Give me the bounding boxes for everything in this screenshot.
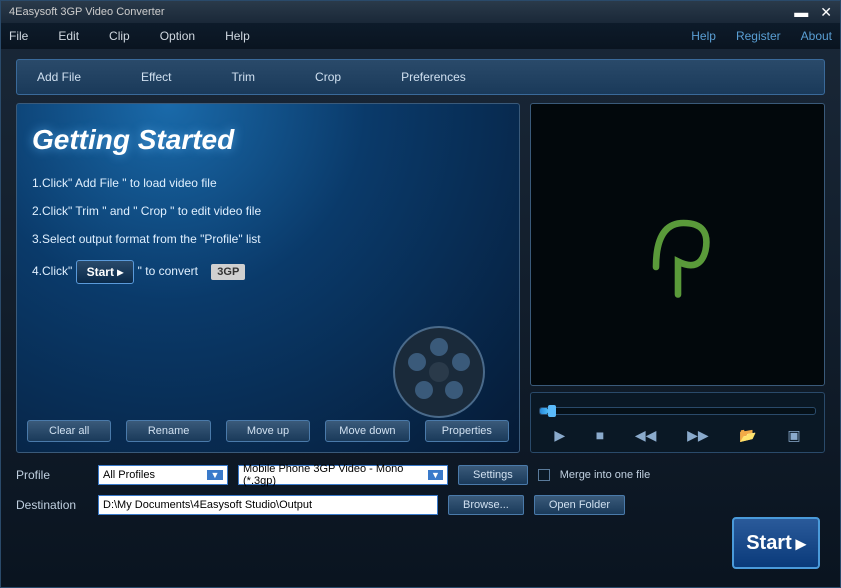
move-down-button[interactable]: Move down <box>325 420 409 442</box>
link-about[interactable]: About <box>801 29 832 43</box>
move-up-button[interactable]: Move up <box>226 420 310 442</box>
merge-label: Merge into one file <box>560 469 651 481</box>
browse-button[interactable]: Browse... <box>448 495 524 515</box>
menu-help[interactable]: Help <box>225 29 250 43</box>
link-register[interactable]: Register <box>736 29 781 43</box>
dropdown-arrow-icon: ▼ <box>207 470 223 480</box>
rename-button[interactable]: Rename <box>126 420 210 442</box>
toolbar-effect[interactable]: Effect <box>141 70 171 84</box>
play-arrow-icon: ▸ <box>796 531 806 556</box>
profile-label: Profile <box>16 468 88 482</box>
start-button[interactable]: Start▸ <box>732 517 820 569</box>
gs-title: Getting Started <box>32 124 504 156</box>
toolbar-addfile[interactable]: Add File <box>37 70 81 84</box>
minimize-button[interactable]: ▬ <box>794 4 808 21</box>
toolbar-trim[interactable]: Trim <box>232 70 256 84</box>
gs-step-3: 3.Select output format from the "Profile… <box>32 232 504 246</box>
destination-label: Destination <box>16 498 88 512</box>
dropdown-arrow-icon: ▼ <box>428 470 443 480</box>
play-icon[interactable]: ▶ <box>554 427 565 444</box>
profile-category-combo[interactable]: All Profiles▼ <box>98 465 228 485</box>
properties-button[interactable]: Properties <box>425 420 509 442</box>
open-folder-button[interactable]: Open Folder <box>534 495 625 515</box>
destination-input[interactable]: D:\My Documents\4Easysoft Studio\Output <box>98 495 438 515</box>
seek-slider[interactable] <box>539 407 816 415</box>
menu-file[interactable]: File <box>9 29 28 43</box>
prev-icon[interactable]: ◀◀ <box>635 427 657 444</box>
getting-started-panel: Getting Started 1.Click" Add File " to l… <box>16 103 520 453</box>
toolbar: Add File Effect Trim Crop Preferences <box>16 59 825 95</box>
toolbar-crop[interactable]: Crop <box>315 70 341 84</box>
player-controls-panel: ▶ ■ ◀◀ ▶▶ 📂 ▣ <box>530 392 825 453</box>
gs-step-4: 4.Click" Start ▸ " to convert 3GP <box>32 260 504 284</box>
film-reel-icon <box>389 322 489 422</box>
clear-all-button[interactable]: Clear all <box>27 420 111 442</box>
menu-option[interactable]: Option <box>160 29 195 43</box>
snapshot-icon[interactable]: ▣ <box>787 427 800 444</box>
merge-checkbox[interactable] <box>538 469 550 481</box>
open-icon[interactable]: 📂 <box>739 427 756 444</box>
profile-format-combo[interactable]: Mobile Phone 3GP Video - Mono (*.3gp)▼ <box>238 465 448 485</box>
link-help[interactable]: Help <box>691 29 716 43</box>
gs-start-sample: Start ▸ <box>76 260 135 284</box>
menu-edit[interactable]: Edit <box>58 29 79 43</box>
gs-3gp-badge: 3GP <box>211 264 245 280</box>
close-button[interactable]: ✕ <box>820 4 832 21</box>
next-icon[interactable]: ▶▶ <box>687 427 709 444</box>
preview-area <box>530 103 825 386</box>
titlebar: 4Easysoft 3GP Video Converter ▬ ✕ <box>1 1 840 23</box>
logo-icon <box>623 190 733 300</box>
menu-clip[interactable]: Clip <box>109 29 130 43</box>
app-title: 4Easysoft 3GP Video Converter <box>9 6 165 18</box>
menubar: File Edit Clip Option Help Help Register… <box>1 23 840 49</box>
toolbar-preferences[interactable]: Preferences <box>401 70 466 84</box>
stop-icon[interactable]: ■ <box>596 427 604 444</box>
settings-button[interactable]: Settings <box>458 465 528 485</box>
gs-step-2: 2.Click" Trim " and " Crop " to edit vid… <box>32 204 504 218</box>
gs-step-1: 1.Click" Add File " to load video file <box>32 176 504 190</box>
